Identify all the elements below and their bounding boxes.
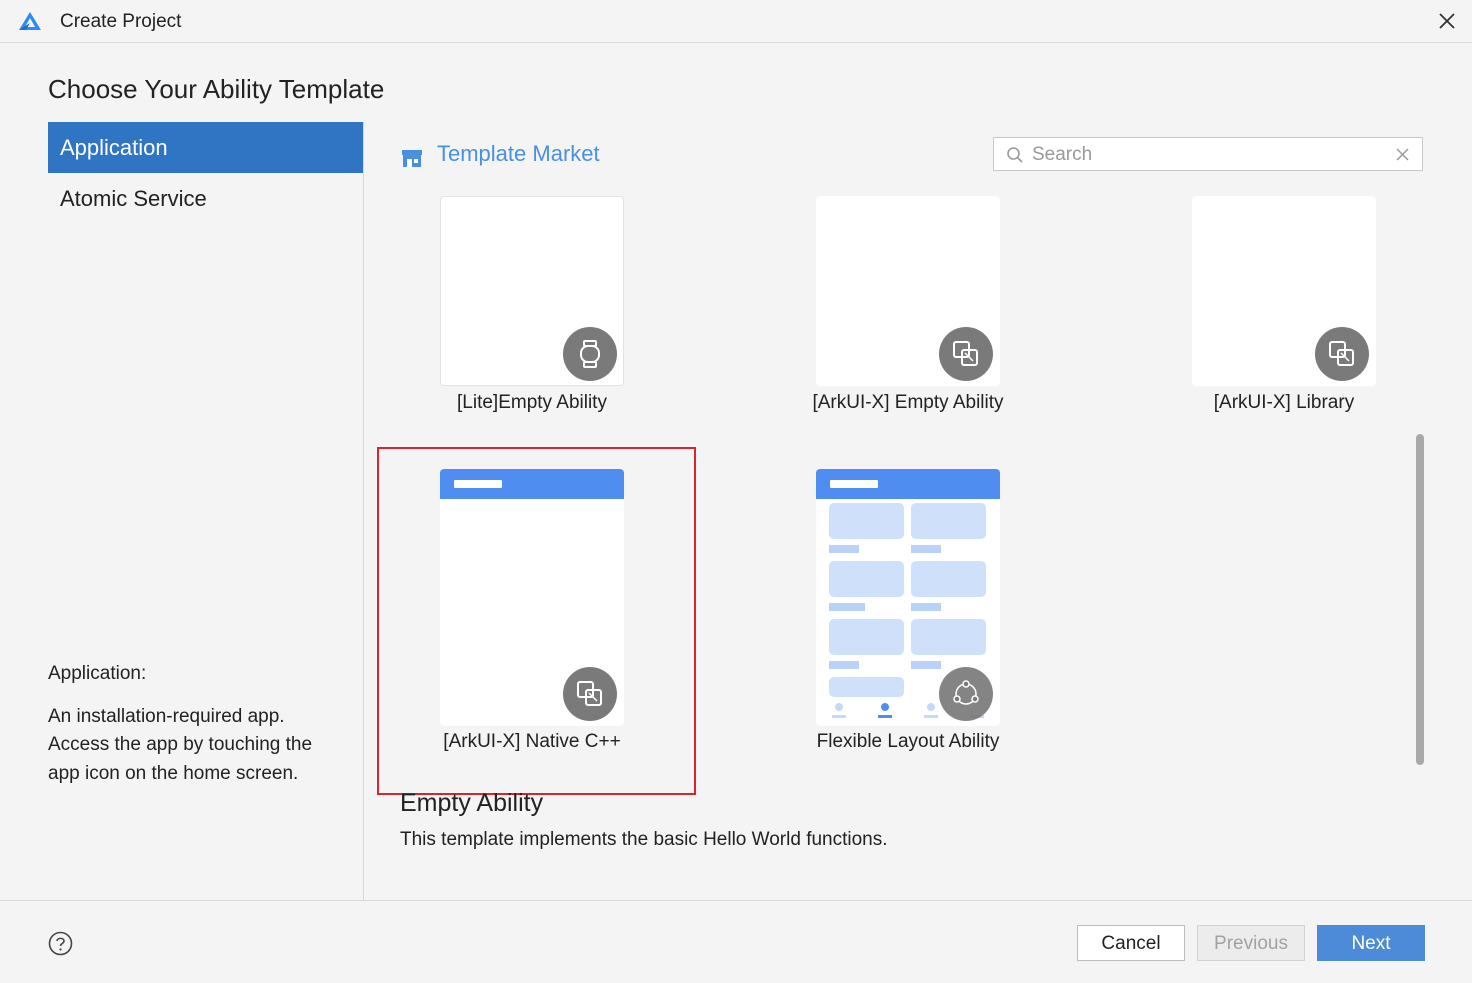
store-icon[interactable] <box>401 147 423 169</box>
preview-caption <box>911 661 941 669</box>
cross-platform-icon <box>1315 327 1369 381</box>
sidebar: Application Atomic Service <box>48 122 363 224</box>
next-button[interactable]: Next <box>1317 925 1425 961</box>
preview-tile <box>911 561 986 597</box>
preview-tile <box>829 619 904 655</box>
search-box <box>993 137 1423 171</box>
template-label: [Lite]Empty Ability <box>457 392 607 413</box>
template-label: [ArkUI-X] Library <box>1213 392 1355 413</box>
category-description-text: An installation-required app. Access the… <box>48 705 313 784</box>
template-preview-header <box>816 469 1000 499</box>
cross-platform-icon <box>563 667 617 721</box>
title-bar: Create Project <box>0 0 1472 43</box>
category-description-title: Application: <box>48 663 147 684</box>
preview-caption <box>829 661 859 669</box>
template-preview-header <box>440 469 624 499</box>
page-title: Choose Your Ability Template <box>48 74 385 104</box>
template-label: Flexible Layout Ability <box>816 731 1000 752</box>
template-preview-title-bar <box>454 480 502 488</box>
sidebar-item-application[interactable]: Application <box>48 122 363 173</box>
preview-caption <box>829 545 859 553</box>
close-icon[interactable] <box>1432 6 1462 36</box>
template-market-link[interactable]: Template Market <box>437 141 600 167</box>
preview-tile <box>829 503 904 539</box>
search-input[interactable] <box>1030 141 1384 169</box>
preview-caption <box>911 545 941 553</box>
template-label: [ArkUI-X] Native C++ <box>443 731 621 752</box>
cancel-button[interactable]: Cancel <box>1077 925 1185 961</box>
clear-search-icon[interactable] <box>1394 146 1411 163</box>
multi-device-icon <box>939 667 993 721</box>
sidebar-item-atomic-service[interactable]: Atomic Service <box>48 173 363 224</box>
template-label: [ArkUI-X] Empty Ability <box>812 392 1004 413</box>
help-icon[interactable] <box>48 931 73 956</box>
template-detail-title: Empty Ability <box>400 789 544 817</box>
footer-divider <box>0 900 1472 901</box>
deveco-logo-icon <box>19 12 41 30</box>
template-list-scrollbar[interactable] <box>1416 434 1424 765</box>
template-preview-title-bar <box>830 480 878 488</box>
template-detail-text: This template implements the basic Hello… <box>400 829 888 850</box>
preview-caption <box>829 603 865 611</box>
watch-icon <box>563 327 617 381</box>
panel-divider <box>363 122 364 900</box>
window-title: Create Project <box>60 11 182 32</box>
preview-tile <box>911 619 986 655</box>
cross-platform-icon <box>939 327 993 381</box>
preview-tile <box>911 503 986 539</box>
previous-button[interactable]: Previous <box>1197 925 1305 961</box>
category-description: Application: An installation-required ap… <box>48 660 348 788</box>
preview-caption <box>911 603 941 611</box>
preview-tile <box>829 561 904 597</box>
search-icon <box>1007 147 1023 163</box>
preview-tile <box>829 677 904 697</box>
